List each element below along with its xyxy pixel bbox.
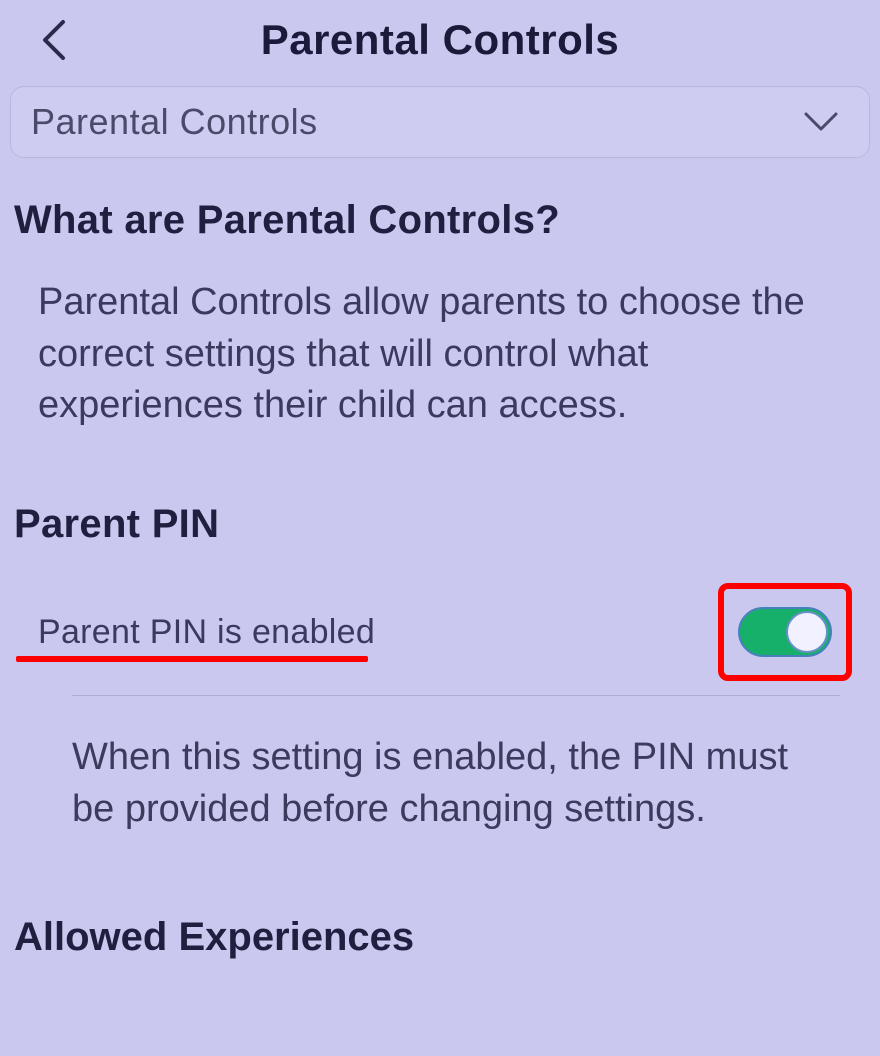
page-title: Parental Controls [0,16,880,64]
pin-label-wrap: Parent PIN is enabled [38,613,375,652]
pin-toggle[interactable] [738,607,832,657]
chevron-left-icon [39,18,69,62]
allowed-heading: Allowed Experiences [0,845,880,960]
page-header: Parental Controls [0,0,880,80]
dropdown-label: Parental Controls [31,101,318,143]
annotation-highlight-box [718,583,852,681]
toggle-knob [786,611,828,653]
pin-enabled-label: Parent PIN is enabled [38,613,375,651]
intro-body: Parental Controls allow parents to choos… [0,253,880,442]
section-dropdown[interactable]: Parental Controls [10,86,870,158]
intro-heading: What are Parental Controls? [0,158,880,253]
pin-heading: Parent PIN [0,442,880,557]
pin-toggle-row: Parent PIN is enabled [38,583,852,681]
chevron-down-icon [803,111,839,133]
back-button[interactable] [30,16,78,64]
annotation-underline [16,656,368,662]
pin-description: When this setting is enabled, the PIN mu… [0,696,880,845]
